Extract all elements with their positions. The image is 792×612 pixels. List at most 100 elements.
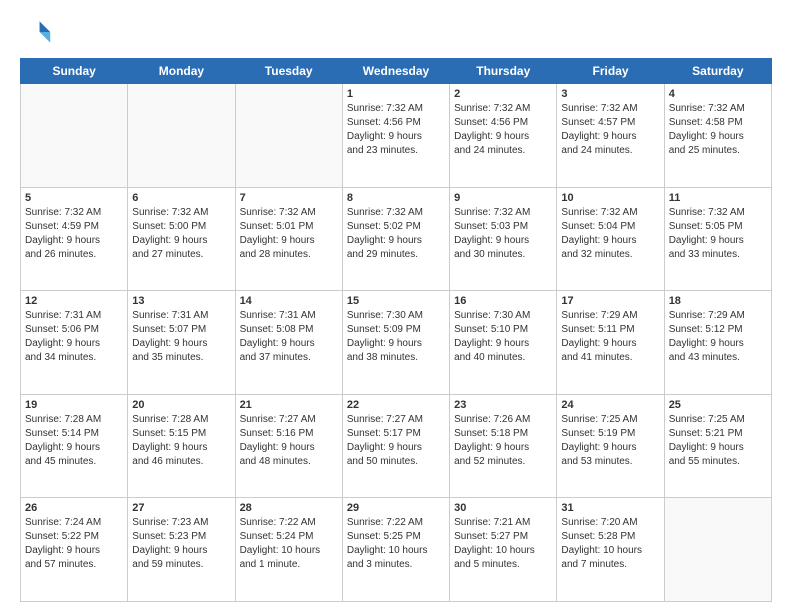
calendar-cell: 2 Sunrise: 7:32 AMSunset: 4:56 PMDaylight…	[450, 84, 557, 188]
calendar-cell: 27 Sunrise: 7:23 AMSunset: 5:23 PMDayligh…	[128, 498, 235, 602]
calendar-cell: 17 Sunrise: 7:29 AMSunset: 5:11 PMDayligh…	[557, 291, 664, 395]
day-number: 8	[347, 192, 445, 204]
day-number: 2	[454, 88, 552, 100]
day-header-thursday: Thursday	[450, 59, 557, 84]
day-number: 26	[25, 502, 123, 514]
header	[20, 16, 772, 48]
calendar-week-3: 12 Sunrise: 7:31 AMSunset: 5:06 PMDayligh…	[21, 291, 772, 395]
day-info: Sunrise: 7:27 AMSunset: 5:17 PMDaylight:…	[347, 413, 445, 469]
calendar-cell: 7 Sunrise: 7:32 AMSunset: 5:01 PMDaylight…	[235, 187, 342, 291]
day-header-wednesday: Wednesday	[342, 59, 449, 84]
day-info: Sunrise: 7:30 AMSunset: 5:09 PMDaylight:…	[347, 309, 445, 365]
calendar-cell: 11 Sunrise: 7:32 AMSunset: 5:05 PMDayligh…	[664, 187, 771, 291]
day-number: 24	[561, 399, 659, 411]
day-number: 21	[240, 399, 338, 411]
day-number: 16	[454, 295, 552, 307]
day-info: Sunrise: 7:24 AMSunset: 5:22 PMDaylight:…	[25, 516, 123, 572]
calendar-cell: 21 Sunrise: 7:27 AMSunset: 5:16 PMDayligh…	[235, 394, 342, 498]
calendar-header-row: SundayMondayTuesdayWednesdayThursdayFrid…	[21, 59, 772, 84]
day-number: 14	[240, 295, 338, 307]
day-info: Sunrise: 7:32 AMSunset: 5:00 PMDaylight:…	[132, 206, 230, 262]
calendar-cell: 25 Sunrise: 7:25 AMSunset: 5:21 PMDayligh…	[664, 394, 771, 498]
day-info: Sunrise: 7:21 AMSunset: 5:27 PMDaylight:…	[454, 516, 552, 572]
calendar-cell: 15 Sunrise: 7:30 AMSunset: 5:09 PMDayligh…	[342, 291, 449, 395]
calendar-cell: 1 Sunrise: 7:32 AMSunset: 4:56 PMDaylight…	[342, 84, 449, 188]
calendar-cell: 31 Sunrise: 7:20 AMSunset: 5:28 PMDayligh…	[557, 498, 664, 602]
day-info: Sunrise: 7:22 AMSunset: 5:24 PMDaylight:…	[240, 516, 338, 572]
day-number: 5	[25, 192, 123, 204]
day-info: Sunrise: 7:30 AMSunset: 5:10 PMDaylight:…	[454, 309, 552, 365]
day-number: 20	[132, 399, 230, 411]
day-number: 19	[25, 399, 123, 411]
day-number: 13	[132, 295, 230, 307]
calendar-cell	[128, 84, 235, 188]
calendar-cell: 3Sunrise: 7:32 AMSunset: 4:57 PMDaylight…	[557, 84, 664, 188]
calendar-cell: 9 Sunrise: 7:32 AMSunset: 5:03 PMDaylight…	[450, 187, 557, 291]
calendar-week-2: 5 Sunrise: 7:32 AMSunset: 4:59 PMDaylight…	[21, 187, 772, 291]
day-number: 4	[669, 88, 767, 100]
calendar-cell: 30Sunrise: 7:21 AMSunset: 5:27 PMDayligh…	[450, 498, 557, 602]
day-number: 1	[347, 88, 445, 100]
calendar-cell: 5 Sunrise: 7:32 AMSunset: 4:59 PMDaylight…	[21, 187, 128, 291]
calendar: SundayMondayTuesdayWednesdayThursdayFrid…	[20, 58, 772, 602]
day-number: 7	[240, 192, 338, 204]
day-number: 17	[561, 295, 659, 307]
day-info: Sunrise: 7:28 AMSunset: 5:15 PMDaylight:…	[132, 413, 230, 469]
day-info: Sunrise: 7:32 AMSunset: 5:04 PMDaylight:…	[561, 206, 659, 262]
day-number: 10	[561, 192, 659, 204]
day-number: 9	[454, 192, 552, 204]
day-info: Sunrise: 7:23 AMSunset: 5:23 PMDaylight:…	[132, 516, 230, 572]
day-info: Sunrise: 7:25 AMSunset: 5:21 PMDaylight:…	[669, 413, 767, 469]
day-number: 29	[347, 502, 445, 514]
day-info: Sunrise: 7:32 AMSunset: 4:56 PMDaylight:…	[454, 102, 552, 158]
day-info: Sunrise: 7:32 AMSunset: 5:02 PMDaylight:…	[347, 206, 445, 262]
day-number: 27	[132, 502, 230, 514]
day-info: Sunrise: 7:32 AMSunset: 5:03 PMDaylight:…	[454, 206, 552, 262]
day-number: 12	[25, 295, 123, 307]
day-info: Sunrise: 7:27 AMSunset: 5:16 PMDaylight:…	[240, 413, 338, 469]
day-info: Sunrise: 7:31 AMSunset: 5:07 PMDaylight:…	[132, 309, 230, 365]
calendar-cell: 29 Sunrise: 7:22 AMSunset: 5:25 PMDayligh…	[342, 498, 449, 602]
calendar-cell: 12 Sunrise: 7:31 AMSunset: 5:06 PMDayligh…	[21, 291, 128, 395]
day-number: 23	[454, 399, 552, 411]
day-info: Sunrise: 7:31 AMSunset: 5:08 PMDaylight:…	[240, 309, 338, 365]
day-number: 11	[669, 192, 767, 204]
calendar-cell: 16 Sunrise: 7:30 AMSunset: 5:10 PMDayligh…	[450, 291, 557, 395]
day-info: Sunrise: 7:32 AMSunset: 4:56 PMDaylight:…	[347, 102, 445, 158]
day-number: 6	[132, 192, 230, 204]
day-info: Sunrise: 7:22 AMSunset: 5:25 PMDaylight:…	[347, 516, 445, 572]
day-info: Sunrise: 7:29 AMSunset: 5:11 PMDaylight:…	[561, 309, 659, 365]
day-number: 18	[669, 295, 767, 307]
day-info: Sunrise: 7:31 AMSunset: 5:06 PMDaylight:…	[25, 309, 123, 365]
calendar-cell: 22 Sunrise: 7:27 AMSunset: 5:17 PMDayligh…	[342, 394, 449, 498]
calendar-cell: 18Sunrise: 7:29 AMSunset: 5:12 PMDayligh…	[664, 291, 771, 395]
calendar-cell: 20 Sunrise: 7:28 AMSunset: 5:15 PMDayligh…	[128, 394, 235, 498]
day-info: Sunrise: 7:32 AMSunset: 5:05 PMDaylight:…	[669, 206, 767, 262]
day-info: Sunrise: 7:32 AMSunset: 5:01 PMDaylight:…	[240, 206, 338, 262]
logo-icon	[20, 16, 52, 48]
calendar-cell: 10 Sunrise: 7:32 AMSunset: 5:04 PMDayligh…	[557, 187, 664, 291]
calendar-cell: 23 Sunrise: 7:26 AMSunset: 5:18 PMDayligh…	[450, 394, 557, 498]
day-info: Sunrise: 7:25 AMSunset: 5:19 PMDaylight:…	[561, 413, 659, 469]
day-header-tuesday: Tuesday	[235, 59, 342, 84]
day-header-sunday: Sunday	[21, 59, 128, 84]
calendar-cell	[21, 84, 128, 188]
day-number: 22	[347, 399, 445, 411]
day-number: 28	[240, 502, 338, 514]
logo	[20, 16, 56, 48]
calendar-cell: 19Sunrise: 7:28 AMSunset: 5:14 PMDayligh…	[21, 394, 128, 498]
day-header-friday: Friday	[557, 59, 664, 84]
day-number: 15	[347, 295, 445, 307]
calendar-cell: 8 Sunrise: 7:32 AMSunset: 5:02 PMDaylight…	[342, 187, 449, 291]
day-info: Sunrise: 7:32 AMSunset: 4:59 PMDaylight:…	[25, 206, 123, 262]
day-number: 31	[561, 502, 659, 514]
day-info: Sunrise: 7:32 AMSunset: 4:58 PMDaylight:…	[669, 102, 767, 158]
calendar-week-5: 26 Sunrise: 7:24 AMSunset: 5:22 PMDayligh…	[21, 498, 772, 602]
day-info: Sunrise: 7:20 AMSunset: 5:28 PMDaylight:…	[561, 516, 659, 572]
day-header-saturday: Saturday	[664, 59, 771, 84]
day-number: 3	[561, 88, 659, 100]
page: SundayMondayTuesdayWednesdayThursdayFrid…	[0, 0, 792, 612]
calendar-cell	[664, 498, 771, 602]
day-info: Sunrise: 7:26 AMSunset: 5:18 PMDaylight:…	[454, 413, 552, 469]
day-number: 25	[669, 399, 767, 411]
